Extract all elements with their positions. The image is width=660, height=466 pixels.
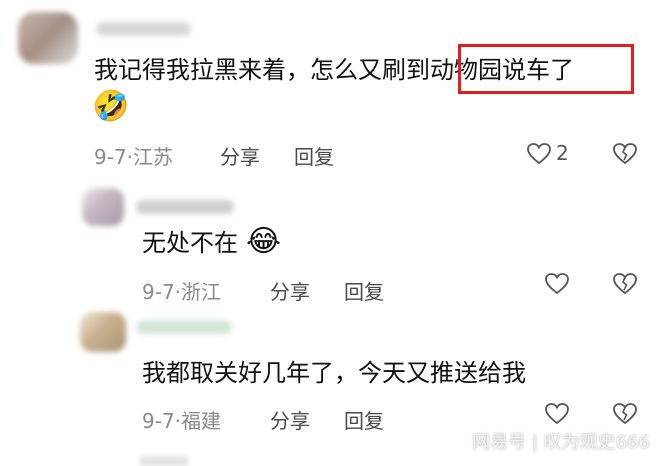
avatar[interactable] [18, 12, 78, 64]
username[interactable] [96, 22, 191, 36]
comment-text-main: 我都取关好几年了，今天又推送给我 [142, 359, 526, 387]
username[interactable] [136, 200, 234, 214]
heart-outline-icon[interactable] [544, 402, 570, 426]
comment-text-main: 无处不在 [142, 229, 238, 257]
comment-meta: 9-7·江苏 [94, 141, 173, 170]
share-button[interactable]: 分享 [220, 141, 260, 170]
reply-button[interactable]: 回复 [344, 405, 384, 434]
share-button[interactable]: 分享 [270, 405, 310, 434]
username[interactable] [136, 320, 232, 334]
comment-meta: 9-7·福建 [142, 405, 221, 434]
comment-location: 福建 [181, 409, 222, 433]
share-button[interactable]: 分享 [270, 276, 310, 305]
highlight-annotation-box [458, 44, 634, 94]
comment-date: 9-7 [94, 145, 127, 169]
comment-text: 我都取关好几年了，今天又推送给我 [142, 358, 526, 388]
next-comment-username-partial [140, 456, 188, 466]
laughing-emoji-icon: 🤣 [92, 89, 130, 124]
comment-location: 浙江 [181, 280, 222, 304]
heart-outline-icon[interactable] [526, 142, 552, 166]
watermark: 网易号 | 叹为观史666 [472, 432, 650, 453]
reply-button[interactable]: 回复 [344, 276, 384, 305]
broken-heart-icon[interactable] [612, 142, 638, 166]
heart-outline-icon[interactable] [544, 272, 570, 296]
avatar[interactable] [80, 312, 126, 352]
like-count: 2 [556, 141, 569, 165]
comment-date: 9-7 [142, 280, 175, 304]
avatar[interactable] [82, 188, 124, 226]
comment-meta: 9-7·浙江 [142, 276, 221, 305]
broken-heart-icon[interactable] [612, 402, 638, 426]
comment-location: 江苏 [133, 145, 174, 169]
comment-text-main: 我记得我拉黑来着，怎么又刷到 [94, 56, 430, 84]
tears-of-joy-emoji-icon: 😂 [246, 224, 282, 259]
broken-heart-icon[interactable] [612, 272, 638, 296]
comment-text: 无处不在 [142, 228, 238, 258]
reply-button[interactable]: 回复 [294, 141, 334, 170]
comment-date: 9-7 [142, 409, 175, 433]
